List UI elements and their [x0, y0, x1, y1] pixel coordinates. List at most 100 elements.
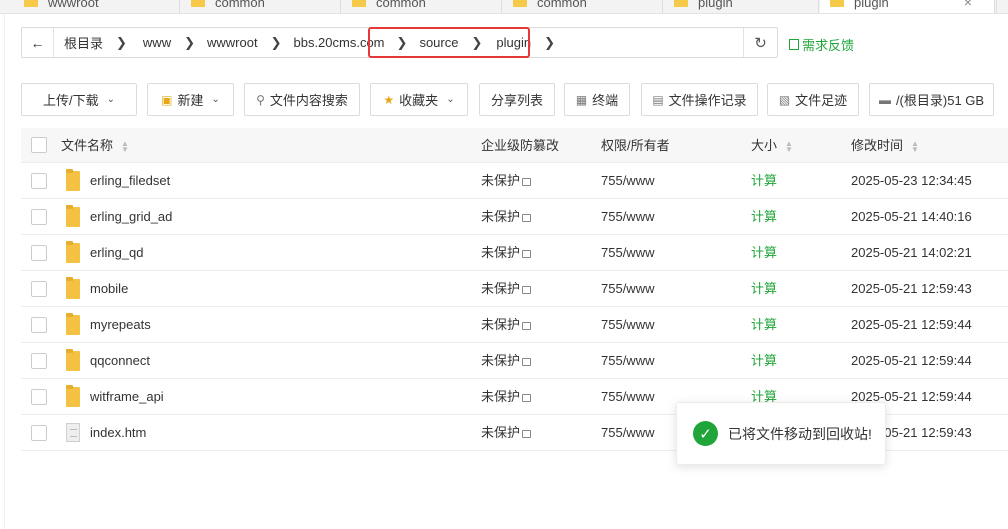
chevron-right-icon: ❯	[544, 34, 555, 50]
table-row[interactable]: erling_grid_ad 未保护 755/www 计算 2025-05-21…	[21, 199, 1008, 235]
permission[interactable]: 755/www	[601, 199, 654, 235]
document-icon: ▤	[652, 92, 664, 107]
permission[interactable]: 755/www	[601, 271, 654, 307]
row-checkbox[interactable]	[31, 389, 47, 405]
lock-icon	[522, 394, 532, 402]
folder-icon	[352, 0, 366, 7]
permission[interactable]: 755/www	[601, 415, 654, 451]
size-calc[interactable]: 计算	[751, 163, 777, 199]
col-perm: 权限/所有者	[601, 128, 670, 163]
tab-common[interactable]: common	[181, 0, 341, 13]
folder-icon	[24, 0, 38, 7]
row-checkbox[interactable]	[31, 317, 47, 333]
tab-label: common	[537, 0, 587, 10]
breadcrumb-root[interactable]: 根目录 ❯	[54, 28, 127, 57]
protect-label: 未保护	[481, 317, 521, 332]
protect-status[interactable]: 未保护	[481, 199, 532, 235]
table-row[interactable]: myrepeats 未保护 755/www 计算 2025-05-21 12:5…	[21, 307, 1008, 343]
left-edge	[4, 14, 5, 529]
folder-icon	[830, 0, 844, 7]
protect-status[interactable]: 未保护	[481, 415, 532, 451]
tab-label: plugin	[854, 0, 889, 10]
protect-status[interactable]: 未保护	[481, 379, 532, 415]
button-label: 新建	[177, 93, 204, 108]
file-name[interactable]: index.htm	[90, 415, 146, 451]
row-checkbox[interactable]	[31, 281, 47, 297]
calendar-icon: ▧	[778, 92, 791, 107]
disk-button[interactable]: ▬ /(根目录)51 GB	[869, 83, 994, 116]
share-list-button[interactable]: 分享列表	[479, 83, 555, 116]
col-name[interactable]: 文件名称 ▲ ▼	[61, 128, 129, 163]
permission[interactable]: 755/www	[601, 379, 654, 415]
table-row[interactable]: qqconnect 未保护 755/www 计算 2025-05-21 12:5…	[21, 343, 1008, 379]
permission[interactable]: 755/www	[601, 307, 654, 343]
disk-icon: ▬	[878, 92, 891, 107]
table-row[interactable]: erling_filedset 未保护 755/www 计算 2025-05-2…	[21, 163, 1008, 199]
button-label: 分享列表	[490, 93, 543, 108]
protect-status[interactable]: 未保护	[481, 163, 532, 199]
row-checkbox[interactable]	[31, 209, 47, 225]
favorites-button[interactable]: ★ 收藏夹 ⌄	[370, 83, 468, 116]
size-calc[interactable]: 计算	[751, 199, 777, 235]
protect-label: 未保护	[481, 389, 521, 404]
file-name[interactable]: mobile	[90, 271, 128, 307]
breadcrumb-wwwroot[interactable]: wwwroot ❯	[195, 28, 281, 57]
sort-icon: ▲ ▼	[911, 138, 919, 154]
op-log-button[interactable]: ▤ 文件操作记录	[641, 83, 758, 116]
footprint-button[interactable]: ▧ 文件足迹	[767, 83, 859, 116]
tab-wwwroot[interactable]: wwwroot	[0, 0, 180, 13]
new-button[interactable]: ▣ 新建 ⌄	[147, 83, 234, 116]
refresh-icon[interactable]: ↻	[743, 28, 777, 57]
permission[interactable]: 755/www	[601, 235, 654, 271]
size-calc[interactable]: 计算	[751, 307, 777, 343]
button-label: 文件足迹	[795, 93, 848, 108]
folder-icon	[513, 0, 527, 7]
table-row[interactable]: mobile 未保护 755/www 计算 2025-05-21 12:59:4…	[21, 271, 1008, 307]
upload-download-button[interactable]: 上传/下载 ⌄	[21, 83, 137, 116]
permission[interactable]: 755/www	[601, 343, 654, 379]
file-name[interactable]: erling_qd	[90, 235, 144, 271]
tab-label: common	[215, 0, 265, 10]
size-calc[interactable]: 计算	[751, 343, 777, 379]
select-all-checkbox[interactable]	[31, 137, 47, 153]
row-checkbox[interactable]	[31, 173, 47, 189]
size-calc[interactable]: 计算	[751, 271, 777, 307]
file-name[interactable]: qqconnect	[90, 343, 150, 379]
tab-plugin[interactable]: plugin	[664, 0, 819, 13]
tab-common[interactable]: common	[503, 0, 663, 13]
feedback-label: 需求反馈	[802, 38, 855, 53]
tab-common[interactable]: common	[342, 0, 502, 13]
new-folder-icon: ▣	[161, 92, 173, 107]
lock-icon	[522, 214, 532, 222]
back-arrow-icon[interactable]: ←	[22, 28, 54, 57]
protect-status[interactable]: 未保护	[481, 343, 532, 379]
address-bar[interactable]: ← 根目录 ❯ www ❯ wwwroot ❯ bbs.20cms.com ❯ sour…	[21, 27, 778, 58]
protect-status[interactable]: 未保护	[481, 235, 532, 271]
tab-strip: wwwroot common common common plugin plug…	[0, 0, 1008, 14]
button-label: 文件内容搜索	[269, 93, 348, 108]
protect-label: 未保护	[481, 173, 521, 188]
table-row[interactable]: erling_qd 未保护 755/www 计算 2025-05-21 14:0…	[21, 235, 1008, 271]
feedback-link[interactable]: 需求反馈	[789, 35, 854, 54]
chevron-down-icon: ⌄	[446, 94, 455, 105]
file-name[interactable]: myrepeats	[90, 307, 151, 343]
col-mtime[interactable]: 修改时间 ▲ ▼	[851, 128, 919, 163]
row-checkbox[interactable]	[31, 353, 47, 369]
file-name[interactable]: erling_filedset	[90, 163, 170, 199]
protect-status[interactable]: 未保护	[481, 307, 532, 343]
file-name[interactable]: witframe_api	[90, 379, 164, 415]
terminal-button[interactable]: ▦ 终端	[564, 83, 630, 116]
row-checkbox[interactable]	[31, 245, 47, 261]
permission[interactable]: 755/www	[601, 163, 654, 199]
row-checkbox[interactable]	[31, 425, 47, 441]
button-label: 文件操作记录	[668, 93, 747, 108]
search-icon: ⚲	[256, 92, 265, 107]
protect-label: 未保护	[481, 209, 521, 224]
size-calc[interactable]: 计算	[751, 235, 777, 271]
protect-status[interactable]: 未保护	[481, 271, 532, 307]
content-search-button[interactable]: ⚲ 文件内容搜索	[244, 83, 360, 116]
breadcrumb-www[interactable]: www ❯	[127, 28, 195, 57]
file-name[interactable]: erling_grid_ad	[90, 199, 172, 235]
close-icon[interactable]: ×	[964, 0, 972, 10]
col-size[interactable]: 大小 ▲ ▼	[751, 128, 793, 163]
